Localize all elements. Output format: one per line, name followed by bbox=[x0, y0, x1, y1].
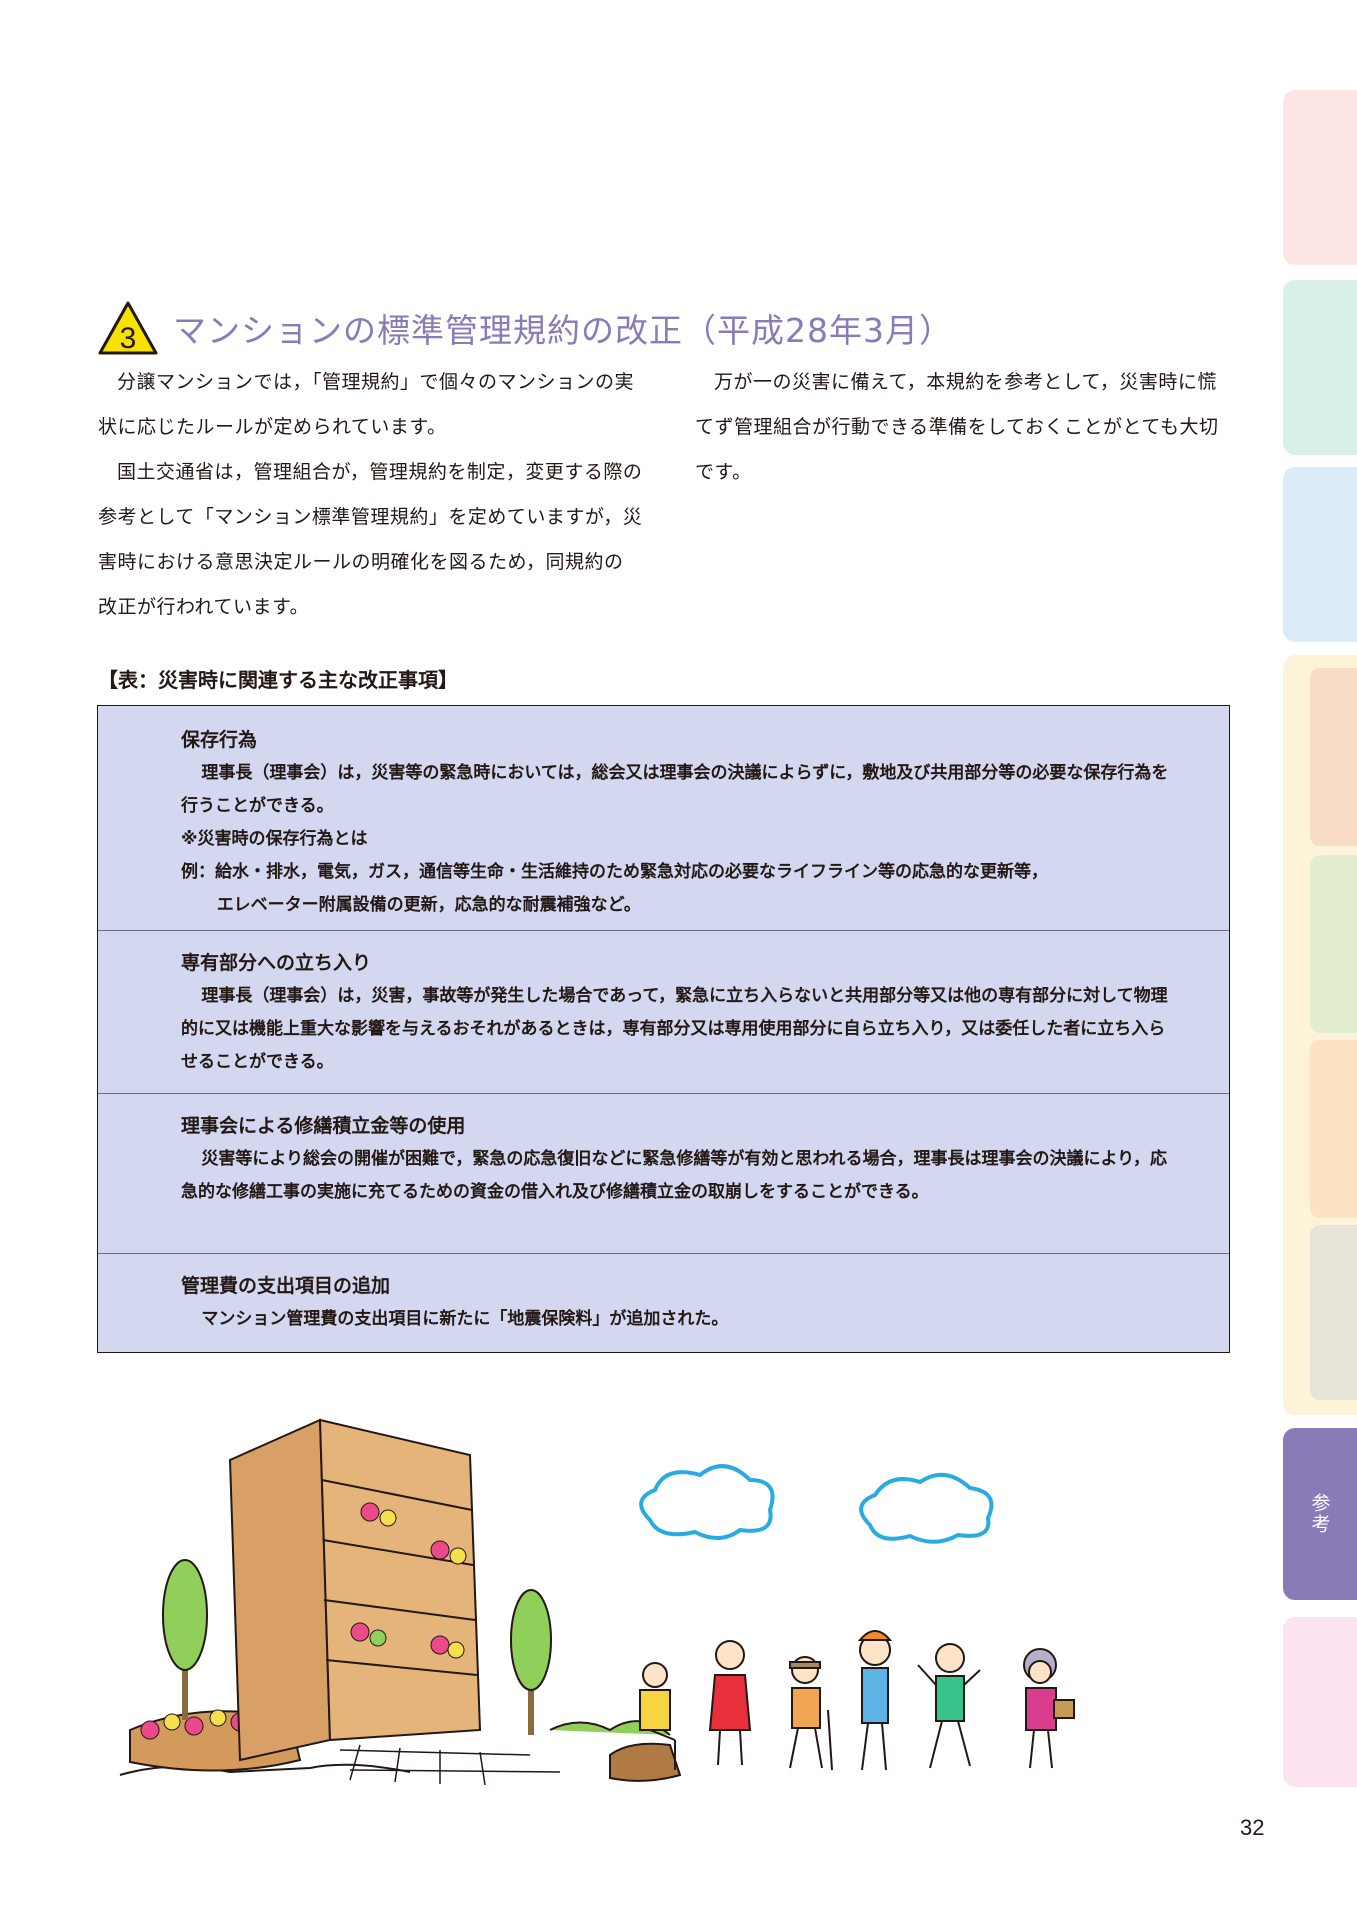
revision-row: 理事会による修繕積立金等の使用 災害等により総会の開催が困難で，緊急の応急復旧な… bbox=[98, 1094, 1229, 1254]
intro-left-paragraph-1: 分譲マンションでは，「管理規約」で個々のマンションの実状に応じたルールが定められ… bbox=[98, 371, 635, 438]
side-subtab-1[interactable] bbox=[1310, 668, 1357, 846]
cloud-icon bbox=[859, 1472, 994, 1544]
revisions-table: 保存行為 理事長（理事会）は，災害等の緊急時においては，総会又は理事会の決議によ… bbox=[97, 705, 1230, 1353]
tree-icon bbox=[510, 1589, 552, 1735]
revision-body: マンション管理費の支出項目に新たに「地震保険料」が追加された。 bbox=[201, 1309, 729, 1329]
revision-row: 管理費の支出項目の追加 マンション管理費の支出項目に新たに「地震保険料」が追加さ… bbox=[98, 1254, 1229, 1354]
side-subtab-4[interactable] bbox=[1310, 1225, 1357, 1400]
table-caption: 【表：災害時に関連する主な改正事項】 bbox=[98, 668, 458, 692]
tree-icon bbox=[162, 1559, 208, 1720]
revision-title: 保存行為 bbox=[181, 729, 258, 751]
cloud-icon bbox=[639, 1464, 775, 1540]
side-tab-last[interactable] bbox=[1283, 1617, 1357, 1787]
community-illustration bbox=[119, 1418, 1075, 1786]
side-tab-3[interactable] bbox=[1283, 467, 1357, 642]
side-subtab-2[interactable] bbox=[1310, 855, 1357, 1033]
revision-title: 理事会による修繕積立金等の使用 bbox=[181, 1115, 466, 1137]
revision-body: 理事長（理事会）は，災害等の緊急時においては，総会又は理事会の決議によらずに，敷… bbox=[181, 763, 1169, 816]
section-number: 3 bbox=[120, 322, 137, 355]
revision-title: 管理費の支出項目の追加 bbox=[181, 1275, 391, 1297]
revision-row: 専有部分への立ち入り 理事長（理事会）は，災害，事故等が発生した場合であって，緊… bbox=[98, 931, 1229, 1094]
section-title: マンションの標準管理規約の改正（平成28年3月） bbox=[173, 311, 953, 350]
revision-note-example-cont: エレベーター附属設備の更新，応急的な耐震補強など。 bbox=[216, 895, 641, 915]
intro-left-column: 分譲マンションでは，「管理規約」で個々のマンションの実状に応じたルールが定められ… bbox=[98, 360, 643, 630]
section-heading: 3 マンションの標準管理規約の改正（平成28年3月） bbox=[97, 298, 953, 358]
warning-triangle-icon: 3 bbox=[98, 301, 158, 355]
side-tab-reference[interactable]: 参考 bbox=[1283, 1428, 1357, 1600]
revision-note-title: ※災害時の保存行為とは bbox=[181, 829, 368, 849]
intro-right-paragraph-1: 万が一の災害に備えて，本規約を参考として，災害時に慌てず管理組合が行動できる準備… bbox=[695, 371, 1219, 483]
intro-left-paragraph-2: 国土交通省は，管理組合が，管理規約を制定，変更する際の参考として「マンション標準… bbox=[98, 461, 643, 618]
person-icon bbox=[708, 1640, 752, 1766]
side-tab-2[interactable] bbox=[1283, 280, 1357, 455]
side-subtab-3[interactable] bbox=[1310, 1040, 1357, 1218]
side-tab-reference-label: 参考 bbox=[1308, 1493, 1331, 1535]
person-icon bbox=[857, 1630, 893, 1771]
revision-note-example: 例：給水・排水，電気，ガス，通信等生命・生活維持のため緊急対応の必要なライフライ… bbox=[181, 862, 1048, 882]
person-icon bbox=[917, 1643, 981, 1769]
revision-body: 災害等により総会の開催が困難で，緊急の応急復旧などに緊急修繕等が有効と思われる場… bbox=[181, 1149, 1167, 1202]
intro-right-column: 万が一の災害に備えて，本規約を参考として，災害時に慌てず管理組合が行動できる準備… bbox=[695, 360, 1235, 495]
revision-body: 理事長（理事会）は，災害，事故等が発生した場合であって，緊急に立ち入らないと共用… bbox=[181, 986, 1168, 1072]
person-icon bbox=[1023, 1648, 1075, 1769]
person-icon bbox=[789, 1656, 833, 1771]
page-number: 32 bbox=[1240, 1815, 1265, 1840]
side-tab-1[interactable] bbox=[1283, 90, 1357, 265]
revision-title: 専有部分への立ち入り bbox=[181, 952, 372, 974]
revision-row: 保存行為 理事長（理事会）は，災害等の緊急時においては，総会又は理事会の決議によ… bbox=[98, 706, 1229, 931]
apartment-building-icon bbox=[228, 1418, 482, 1762]
